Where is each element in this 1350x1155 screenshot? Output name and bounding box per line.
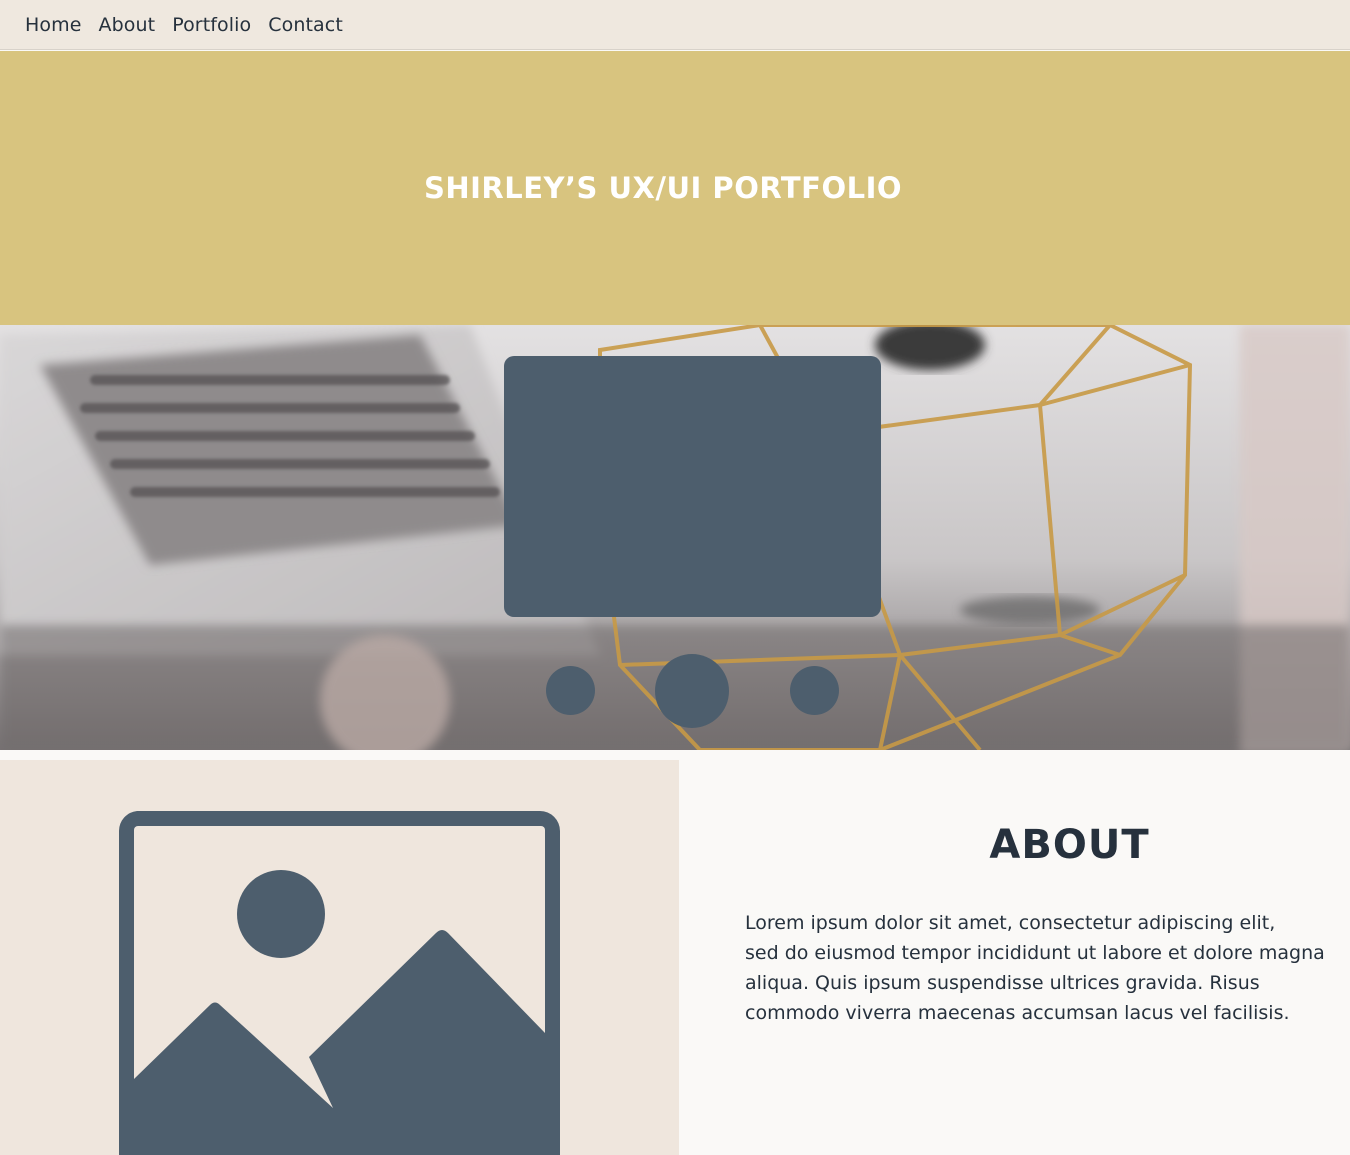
about-heading: ABOUT [989, 822, 1150, 868]
nav-link-contact[interactable]: Contact [268, 14, 343, 36]
nav-link-home[interactable]: Home [25, 14, 82, 36]
about-section: ABOUT Lorem ipsum dolor sit amet, consec… [0, 760, 1350, 1155]
carousel-dot-2-active[interactable] [655, 654, 729, 728]
hero-title: SHIRLEY’S UX/UI PORTFOLIO [423, 171, 903, 205]
about-text-panel: ABOUT Lorem ipsum dolor sit amet, consec… [679, 760, 1350, 1155]
hero-banner: SHIRLEY’S UX/UI PORTFOLIO [0, 51, 1350, 325]
top-navigation: Home About Portfolio Contact [0, 0, 1350, 50]
about-image-panel [0, 760, 679, 1155]
nav-link-portfolio[interactable]: Portfolio [172, 14, 251, 36]
carousel-slide[interactable] [504, 356, 881, 617]
nav-link-about[interactable]: About [99, 14, 156, 36]
image-carousel [0, 325, 1350, 750]
carousel-dot-1[interactable] [546, 666, 595, 715]
image-placeholder-icon [119, 811, 560, 1155]
about-body-text: Lorem ipsum dolor sit amet, consectetur … [745, 912, 1325, 1024]
carousel-dot-3[interactable] [790, 666, 839, 715]
